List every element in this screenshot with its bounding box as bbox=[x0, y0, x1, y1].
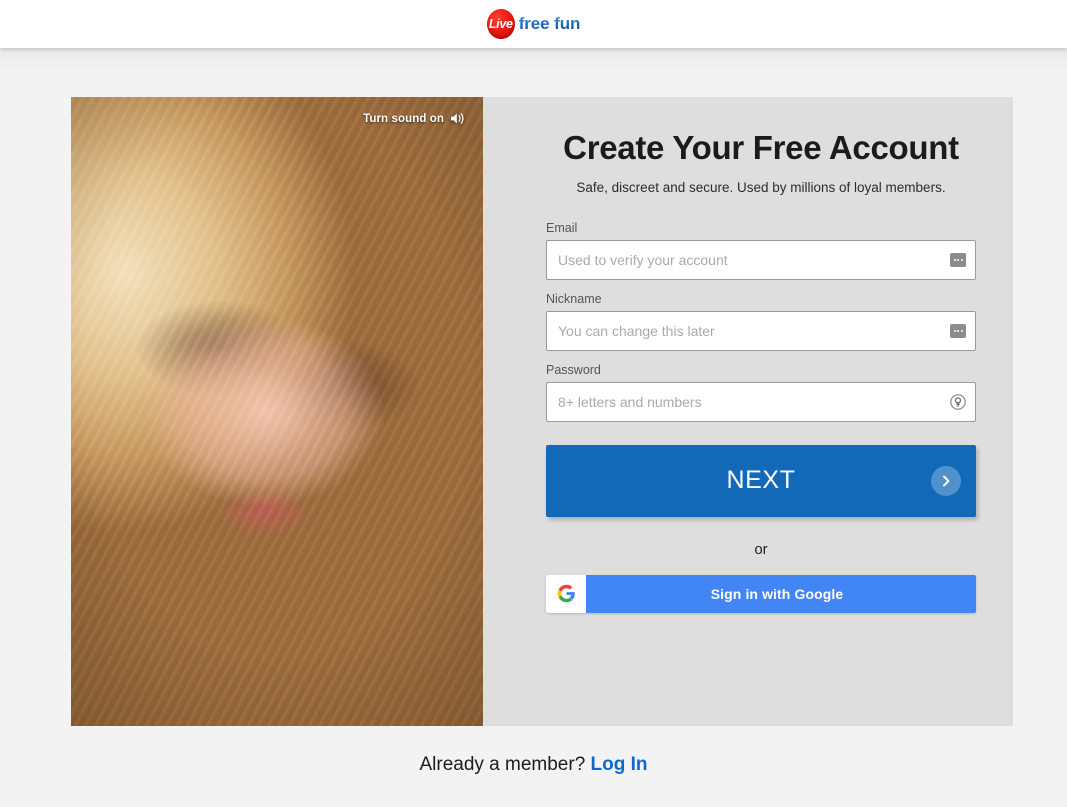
autofill-dot bbox=[960, 329, 963, 332]
footer-prompt-text: Already a member? bbox=[419, 754, 586, 775]
google-signin-button[interactable]: Sign in with Google bbox=[546, 574, 976, 613]
logo-badge-text: Live bbox=[488, 16, 513, 31]
turn-sound-on-button[interactable]: Turn sound on bbox=[363, 112, 465, 125]
footer-login-prompt: Already a member? Log In bbox=[0, 754, 1067, 776]
or-divider: or bbox=[754, 540, 768, 558]
email-field-wrap bbox=[546, 239, 976, 280]
page-background: Turn sound on Create Your Free Account S… bbox=[0, 48, 1067, 807]
next-button-label: NEXT bbox=[726, 466, 796, 495]
speaker-icon bbox=[451, 113, 464, 124]
key-icon[interactable] bbox=[949, 393, 967, 411]
autofill-dot bbox=[957, 258, 959, 261]
autofill-dot bbox=[960, 258, 963, 261]
site-header: Live free fun bbox=[0, 0, 1067, 48]
signup-form-panel: Create Your Free Account Safe, discreet … bbox=[483, 97, 1013, 726]
nickname-field-group: Nickname bbox=[546, 292, 976, 351]
autofill-icon[interactable] bbox=[950, 252, 966, 267]
email-field-group: Email bbox=[546, 221, 976, 280]
nickname-label: Nickname bbox=[546, 291, 602, 306]
autofill-dot bbox=[953, 329, 956, 332]
chevron-right-icon bbox=[931, 465, 961, 496]
signup-card: Turn sound on Create Your Free Account S… bbox=[71, 97, 1013, 726]
next-button[interactable]: NEXT bbox=[546, 444, 976, 517]
logo-badge-icon: Live bbox=[486, 9, 515, 39]
password-label: Password bbox=[546, 362, 601, 377]
password-input[interactable] bbox=[546, 381, 976, 422]
page-subtitle: Safe, discreet and secure. Used by milli… bbox=[576, 179, 946, 195]
turn-sound-on-label: Turn sound on bbox=[363, 112, 444, 125]
email-input[interactable] bbox=[546, 239, 976, 280]
autofill-dot bbox=[953, 258, 956, 261]
nickname-input[interactable] bbox=[546, 310, 976, 351]
autofill-dot bbox=[957, 329, 959, 332]
email-label: Email bbox=[546, 220, 578, 235]
video-panel[interactable]: Turn sound on bbox=[71, 97, 483, 726]
page-title: Create Your Free Account bbox=[563, 129, 959, 166]
google-g-icon bbox=[546, 574, 586, 613]
logo-wordmark: free fun bbox=[518, 14, 581, 33]
login-link[interactable]: Log In bbox=[591, 754, 648, 775]
password-field-group: Password bbox=[546, 363, 976, 422]
site-logo[interactable]: Live free fun bbox=[486, 9, 581, 39]
google-signin-label: Sign in with Google bbox=[710, 585, 844, 602]
nickname-field-wrap bbox=[546, 310, 976, 351]
password-field-wrap bbox=[546, 381, 976, 422]
portrait-vignette bbox=[71, 97, 483, 726]
autofill-icon[interactable] bbox=[950, 323, 966, 338]
